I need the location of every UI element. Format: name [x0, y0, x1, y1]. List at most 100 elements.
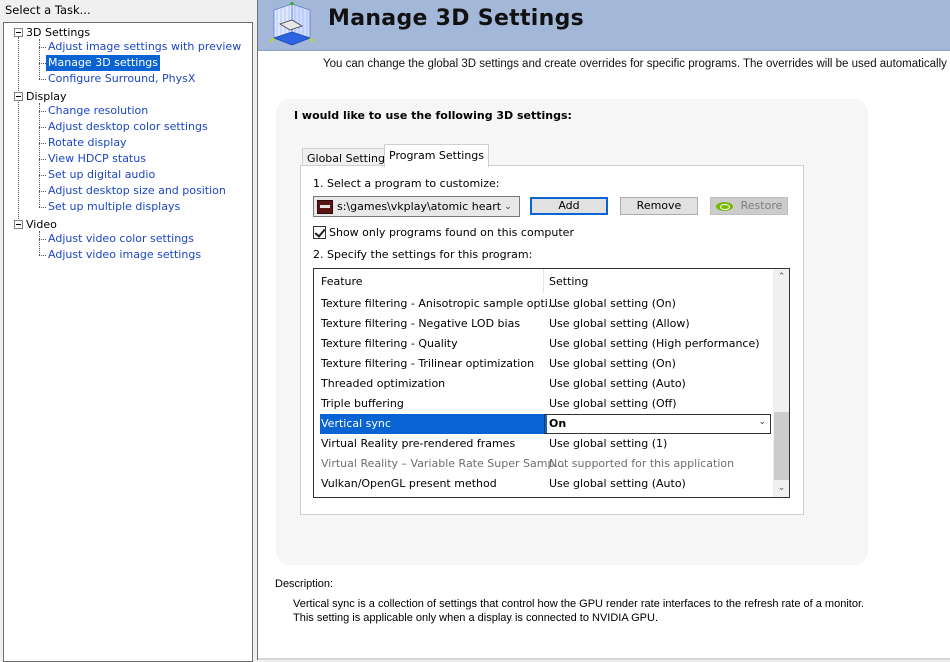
tree-connector [39, 79, 46, 80]
specify-settings-label: 2. Specify the settings for this program… [313, 248, 533, 261]
setting-cell: Use global setting (Auto) [549, 377, 686, 390]
tree-connector [39, 143, 46, 144]
tree-item-manage-3d-settings[interactable]: Manage 3D settings [46, 55, 161, 71]
description-text: Vertical sync is a collection of setting… [293, 597, 864, 625]
tree-connector [39, 127, 46, 128]
tree-item-adjust-desktop-color[interactable]: Adjust desktop color settings [46, 119, 210, 135]
page-title: Manage 3D Settings [328, 6, 585, 31]
grid-row-selected[interactable]: Vertical sync On ⌄ [314, 414, 772, 434]
tree-category-display[interactable]: Display [14, 88, 67, 104]
description-label: Description: [275, 578, 334, 590]
chevron-down-icon: ⌄ [758, 417, 766, 427]
tree-item-adjust-image-settings[interactable]: Adjust image settings with preview [46, 39, 243, 55]
feature-cell: Vulkan/OpenGL present method [321, 477, 497, 490]
feature-cell: Triple buffering [321, 397, 404, 410]
program-select-value: s:\games\vkplay\atomic heart p... [337, 200, 501, 213]
grid-row[interactable]: Texture filtering - Trilinear optimizati… [314, 354, 772, 374]
tree-item-desktop-size-position[interactable]: Adjust desktop size and position [46, 183, 228, 199]
grid-header: Feature Setting [314, 269, 772, 294]
setting-cell: Use global setting (High performance) [549, 337, 760, 350]
tree-connector [39, 231, 40, 255]
grid-row[interactable]: Texture filtering - Quality Use global s… [314, 334, 772, 354]
scrollbar-thumb[interactable] [774, 412, 789, 480]
tree-item-digital-audio[interactable]: Set up digital audio [46, 167, 157, 183]
feature-cell: Texture filtering - Negative LOD bias [321, 317, 521, 330]
feature-cell: Vertical sync [321, 417, 391, 430]
tree-connector [39, 63, 46, 64]
tree-connector [39, 255, 46, 256]
tree-connector [39, 39, 40, 79]
tree-connector [39, 111, 46, 112]
setting-cell: Use global setting (1) [549, 437, 668, 450]
focus-bar [545, 415, 547, 433]
tree-connector [18, 37, 19, 227]
settings-grid: Feature Setting Texture filtering - Anis… [313, 268, 790, 498]
collapse-icon[interactable] [14, 91, 23, 101]
grid-scrollbar[interactable]: ⌃ ⌄ [773, 269, 789, 497]
show-only-label[interactable]: Show only programs found on this compute… [329, 226, 574, 239]
tree-connector [39, 207, 46, 208]
grid-row[interactable]: Texture filtering - Negative LOD bias Us… [314, 314, 772, 334]
chevron-down-icon: ⌄ [504, 201, 512, 212]
grid-row[interactable]: Threaded optimization Use global setting… [314, 374, 772, 394]
program-select[interactable]: s:\games\vkplay\atomic heart p... ⌄ [313, 196, 520, 217]
column-header-feature[interactable]: Feature [321, 275, 363, 288]
tree-connector [39, 159, 46, 160]
setting-cell: Use global setting (On) [549, 357, 676, 370]
vertical-sync-select[interactable]: On ⌄ [544, 414, 771, 434]
grid-row-disabled[interactable]: Virtual Reality – Variable Rate Super Sa… [314, 454, 772, 474]
program-icon [317, 199, 333, 214]
scroll-up-icon[interactable]: ⌃ [773, 269, 789, 286]
tree-item-change-resolution[interactable]: Change resolution [46, 103, 150, 119]
scroll-down-icon[interactable]: ⌄ [773, 480, 789, 497]
tab-program-settings[interactable]: Program Settings [384, 144, 490, 167]
column-header-setting[interactable]: Setting [549, 275, 588, 288]
feature-cell: Texture filtering - Trilinear optimizati… [321, 357, 535, 370]
tree-category-video[interactable]: Video [14, 216, 57, 232]
tree-connector [39, 239, 46, 240]
vertical-sync-value: On [549, 417, 567, 430]
collapse-icon[interactable] [14, 27, 23, 37]
setting-cell: Use global setting (Off) [549, 397, 677, 410]
tree-item-video-image[interactable]: Adjust video image settings [46, 247, 203, 263]
grid-row[interactable]: Virtual Reality pre-rendered frames Use … [314, 434, 772, 454]
feature-cell: Virtual Reality – Variable Rate Super Sa… [321, 457, 565, 470]
program-settings-panel: 1. Select a program to customize: s:\gam… [300, 165, 804, 515]
grid-row[interactable]: Texture filtering - Anisotropic sample o… [314, 294, 772, 314]
setting-cell: Not supported for this application [549, 457, 735, 470]
feature-cell: Virtual Reality pre-rendered frames [321, 437, 516, 450]
setting-cell: Use global setting (On) [549, 297, 676, 310]
page-banner: Manage 3D Settings [258, 0, 950, 51]
restore-button[interactable]: Restore [710, 197, 788, 215]
setting-cell: Use global setting (Allow) [549, 317, 690, 330]
feature-cell: Texture filtering - Quality [321, 337, 458, 350]
remove-button[interactable]: Remove [620, 197, 698, 215]
tree-connector [39, 175, 46, 176]
tree-item-rotate-display[interactable]: Rotate display [46, 135, 129, 151]
task-tree: 3D Settings Adjust image settings with p… [3, 22, 253, 662]
page-intro: You can change the global 3D settings an… [323, 58, 950, 70]
tree-category-3d-settings[interactable]: 3D Settings [14, 24, 90, 40]
description-line: Vertical sync is a collection of setting… [293, 598, 865, 610]
show-only-checkbox[interactable] [313, 226, 326, 239]
task-panel-title: Select a Task... [0, 0, 252, 22]
tree-item-video-color[interactable]: Adjust video color settings [46, 231, 196, 247]
3d-settings-icon [269, 2, 315, 46]
grid-row[interactable]: Triple buffering Use global setting (Off… [314, 394, 772, 414]
setting-cell: Use global setting (Auto) [549, 477, 686, 490]
tree-connector [39, 191, 46, 192]
nvidia-logo-icon [715, 201, 733, 211]
settings-card: I would like to use the following 3D set… [276, 99, 868, 565]
restore-button-label: Restore [740, 199, 783, 212]
tree-item-view-hdcp-status[interactable]: View HDCP status [46, 151, 148, 167]
tree-item-multiple-displays[interactable]: Set up multiple displays [46, 199, 182, 215]
tree-connector [39, 47, 46, 48]
select-program-label: 1. Select a program to customize: [313, 177, 500, 190]
collapse-icon[interactable] [14, 219, 23, 229]
column-separator[interactable] [543, 269, 544, 293]
grid-row[interactable]: Vulkan/OpenGL present method Use global … [314, 474, 772, 494]
feature-cell: Threaded optimization [321, 377, 446, 390]
add-button[interactable]: Add [530, 197, 608, 215]
tree-item-configure-surround[interactable]: Configure Surround, PhysX [46, 71, 197, 87]
description-line: This setting is applicable only when a d… [293, 612, 659, 624]
